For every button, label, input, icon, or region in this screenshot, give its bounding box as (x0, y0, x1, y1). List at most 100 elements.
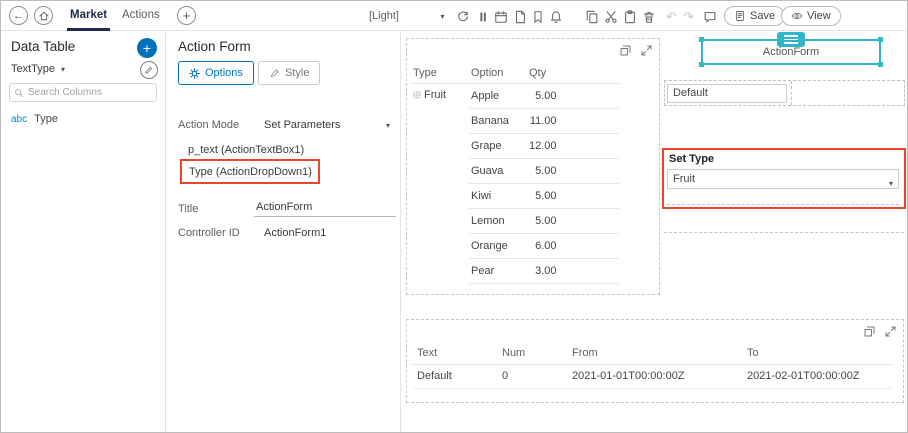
data-preview-part: Type Option Qty Fruit Apple 5.00 (406, 38, 660, 295)
back-button[interactable]: ← (9, 6, 28, 25)
toolbar: ← Market Actions + [Light] ▾ (1, 1, 907, 31)
table-selector[interactable]: TextType (11, 63, 55, 75)
expand-icon[interactable] (640, 44, 653, 57)
selection-handle[interactable] (699, 62, 704, 67)
col-header-to[interactable]: To (743, 342, 893, 364)
caret-down-icon: ▾ (386, 121, 390, 130)
controller-id-label: Controller ID (178, 227, 240, 239)
col-header-qty[interactable]: Qty (527, 63, 559, 83)
action-mode-select[interactable]: Set Parameters (264, 119, 340, 131)
textbox-widget-cell: Default (664, 80, 905, 106)
parameter-p-text[interactable]: p_text (ActionTextBox1) (188, 144, 304, 156)
copy-button[interactable] (583, 8, 600, 25)
col-header-type[interactable]: Type (411, 63, 469, 83)
column-item-type[interactable]: abcType (11, 113, 58, 125)
cell-filler (559, 183, 619, 208)
undo-button[interactable]: ↶ (663, 8, 680, 25)
col-header-filler (559, 63, 619, 83)
preview-table: Type Option Qty Fruit Apple 5.00 (411, 63, 619, 284)
selection-handle[interactable] (878, 37, 883, 42)
cell-qty: 3.00 (527, 258, 559, 283)
redo-button[interactable]: ↷ (680, 8, 697, 25)
dropdown-label: Set Type (669, 153, 714, 165)
column-name: Type (34, 113, 58, 125)
schedule-button[interactable] (492, 8, 509, 25)
popout-icon[interactable] (863, 325, 876, 338)
selection-handle[interactable] (878, 62, 883, 67)
expand-icon[interactable] (884, 325, 897, 338)
tab-market[interactable]: Market (67, 1, 110, 31)
options-label: Options (205, 67, 243, 79)
search-icon (14, 88, 24, 98)
col-header-from[interactable]: From (568, 342, 743, 364)
app-window: ← Market Actions + [Light] ▾ (0, 0, 908, 433)
cut-button[interactable] (602, 8, 619, 25)
caret-down-icon: ▾ (440, 12, 444, 21)
action-textbox[interactable]: Default (667, 84, 787, 103)
drag-handle-icon[interactable] (777, 32, 805, 47)
edit-table-button[interactable] (140, 61, 158, 79)
action-mode-label: Action Mode (178, 119, 239, 131)
save-icon (734, 10, 746, 22)
tab-options[interactable]: Options (178, 61, 254, 85)
cell-option: Pear (469, 258, 527, 283)
trash-icon (642, 10, 656, 24)
popout-icon[interactable] (619, 44, 632, 57)
refresh-icon (456, 10, 470, 24)
scissors-icon (604, 10, 618, 24)
col-header-num[interactable]: Num (498, 342, 568, 364)
cell-num: 0 (498, 364, 568, 388)
add-data-table-button[interactable]: + (137, 38, 157, 58)
calendar-icon (494, 10, 508, 24)
col-header-option[interactable]: Option (469, 63, 527, 83)
save-label: Save (750, 10, 775, 22)
action-form-panel: Action Form Options Style Action Mode Se… (166, 31, 401, 432)
theme-selector[interactable]: [Light] (369, 1, 399, 31)
comment-icon (703, 10, 717, 24)
cell-text: Default (413, 364, 498, 388)
view-button[interactable]: View (781, 6, 841, 26)
cell-qty: 5.00 (527, 208, 559, 233)
controller-id-input[interactable]: ActionForm1 (264, 227, 326, 239)
delete-button[interactable] (640, 8, 657, 25)
cell-option: Banana (469, 108, 527, 133)
clipboard-icon (623, 10, 637, 24)
cell-filler (559, 133, 619, 158)
bookmark-icon (531, 10, 545, 24)
title-label: Title (178, 203, 198, 215)
plus-icon: + (143, 40, 151, 56)
caret-down-icon: ▾ (61, 65, 65, 74)
page-button[interactable] (511, 8, 528, 25)
home-button[interactable] (34, 6, 53, 25)
title-input[interactable]: ActionForm (254, 201, 396, 217)
parameter-type-highlighted[interactable]: Type (ActionDropDown1) (180, 159, 320, 184)
tab-style[interactable]: Style (258, 61, 320, 85)
search-box (9, 83, 157, 102)
table-row: Fruit Apple 5.00 (411, 83, 619, 108)
search-input[interactable] (28, 87, 138, 98)
pause-button[interactable] (474, 8, 491, 25)
bookmark-button[interactable] (529, 8, 546, 25)
type-dropdown[interactable]: Fruit ▾ (667, 169, 899, 189)
cell-option: Apple (469, 83, 527, 108)
tab-actions[interactable]: Actions (119, 1, 163, 31)
add-tab-button[interactable]: + (177, 6, 196, 25)
alerts-button[interactable] (547, 8, 564, 25)
data-table-sidebar: Data Table + TextType ▾ abcType (1, 31, 166, 432)
col-header-text[interactable]: Text (413, 342, 498, 364)
theme-dropdown-button[interactable]: ▾ (434, 8, 451, 25)
save-button[interactable]: Save (724, 6, 785, 26)
selected-actionform-widget[interactable]: ActionForm (701, 39, 881, 65)
dropdown-value: Fruit (673, 173, 695, 185)
parameters-table: Text Num From To Default 0 2021-01-01T00… (413, 342, 893, 389)
refresh-button[interactable] (454, 8, 471, 25)
selection-handle[interactable] (699, 37, 704, 42)
comments-button[interactable] (701, 8, 718, 25)
widget-title: ActionForm (763, 46, 819, 58)
paste-button[interactable] (621, 8, 638, 25)
sidebar-title: Data Table (11, 39, 75, 54)
cell-option: Orange (469, 233, 527, 258)
redo-icon: ↷ (683, 9, 694, 25)
parameters-table-part: Text Num From To Default 0 2021-01-01T00… (406, 319, 904, 403)
home-icon (38, 10, 50, 22)
